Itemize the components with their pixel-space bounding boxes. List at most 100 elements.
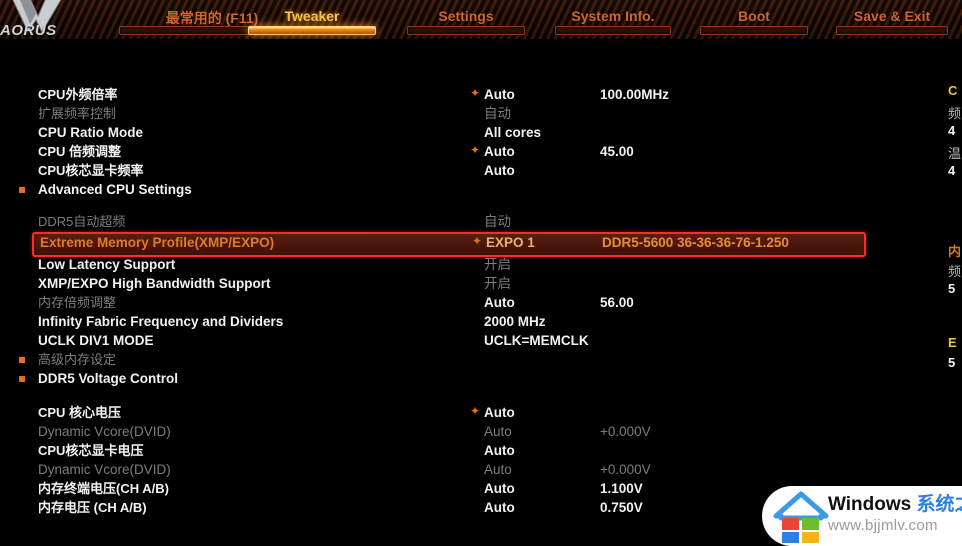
site-watermark: Windows 系统之家 www.bjjmlv.com	[762, 486, 962, 546]
nav-tab-1[interactable]: Tweaker	[232, 0, 392, 40]
nav-tab-label: Settings	[438, 8, 494, 24]
setting-label: 内存电压 (CH A/B)	[38, 500, 147, 515]
setting-value[interactable]: Auto	[484, 422, 512, 441]
sidebar-info-fragment: 4	[948, 163, 956, 178]
nav-tab-5[interactable]: Save & Exit	[822, 0, 962, 40]
modified-marker-icon: ✦	[470, 143, 481, 157]
setting-row[interactable]: CPU核芯显卡电压 Auto	[0, 441, 930, 460]
setting-value[interactable]: All cores	[484, 123, 541, 142]
setting-detail: 0.750V	[600, 500, 643, 515]
setting-row[interactable]: Low Latency Support 开启	[0, 255, 930, 274]
setting-detail: 45.00	[600, 144, 634, 159]
setting-value[interactable]: EXPO 1	[486, 234, 535, 251]
sidebar-info-fragment: C	[948, 83, 958, 98]
system-info-sidebar: C频4温4内频5E5	[948, 45, 962, 546]
setting-value[interactable]: Auto	[484, 498, 515, 517]
setting-label: Infinity Fabric Frequency and Dividers	[38, 314, 284, 329]
sidebar-info-fragment: 频	[948, 264, 962, 279]
sidebar-info-fragment: E	[948, 335, 957, 350]
setting-detail: 56.00	[600, 295, 634, 310]
setting-value[interactable]: Auto	[484, 403, 515, 422]
sidebar-info-fragment: 内	[948, 244, 962, 259]
nav-tab-underline	[406, 26, 526, 35]
setting-row[interactable]: 高级内存设定	[0, 350, 930, 369]
nav-tab-label: System Info.	[571, 8, 655, 24]
setting-value[interactable]: Auto	[484, 479, 515, 498]
setting-label: CPU核芯显卡电压	[38, 443, 144, 458]
setting-row[interactable]: Infinity Fabric Frequency and Dividers 20…	[0, 312, 930, 331]
setting-detail: 1.100V	[600, 481, 643, 496]
watermark-text-block: Windows 系统之家 www.bjjmlv.com	[828, 494, 962, 536]
setting-label: DDR5 Voltage Control	[38, 371, 179, 386]
setting-label: CPU 核心电压	[38, 405, 122, 420]
setting-row[interactable]: Dynamic Vcore(DVID) Auto +0.000V	[0, 460, 930, 479]
bios-header-bar: AORUS 最常用的 (F11) Tweaker Settings System In…	[0, 0, 962, 46]
sidebar-info-fragment: 5	[948, 355, 956, 370]
setting-label: UCLK DIV1 MODE	[38, 333, 154, 348]
tweaker-settings-panel: ✦ CPU外频倍率 Auto 100.00MHz 扩展频率控制 自动 CPU Ratio M…	[0, 45, 962, 546]
nav-tab-label: Tweaker	[284, 8, 340, 24]
setting-value[interactable]: Auto	[484, 460, 512, 479]
setting-label: CPU 倍频调整	[38, 144, 122, 159]
nav-tab-4[interactable]: Boot	[686, 0, 822, 40]
setting-label: Advanced CPU Settings	[38, 182, 192, 197]
nav-tab-3[interactable]: System Info.	[540, 0, 686, 40]
setting-row[interactable]: Dynamic Vcore(DVID) Auto +0.000V	[0, 422, 930, 441]
setting-label: Low Latency Support	[38, 257, 176, 272]
setting-value[interactable]: Auto	[484, 85, 515, 104]
submenu-bullet-icon	[19, 376, 25, 382]
modified-marker-icon: ✦	[470, 86, 481, 100]
setting-row[interactable]: Advanced CPU Settings	[0, 180, 930, 199]
nav-tab-underline	[554, 26, 672, 35]
setting-row[interactable]: DDR5自动超频 自动	[0, 212, 930, 231]
selected-setting-row-xmp-expo[interactable]: ✦ Extreme Memory Profile(XMP/EXPO) EXPO …	[32, 232, 866, 257]
setting-value[interactable]: Auto	[484, 161, 515, 180]
aorus-wordmark: AORUS	[0, 22, 57, 39]
setting-detail: DDR5-5600 36-36-36-76-1.250	[602, 235, 789, 250]
watermark-title-cn: 系统之家	[916, 494, 962, 515]
setting-label: 内存倍频调整	[38, 295, 117, 310]
setting-row[interactable]: ✦ CPU 核心电压 Auto	[0, 403, 930, 422]
setting-value[interactable]: Auto	[484, 293, 515, 312]
setting-row[interactable]: 内存倍频调整 Auto 56.00	[0, 293, 930, 312]
setting-row[interactable]: ✦ CPU外频倍率 Auto 100.00MHz	[0, 85, 930, 104]
sidebar-info-fragment: 4	[948, 123, 956, 138]
setting-row[interactable]: DDR5 Voltage Control	[0, 369, 930, 388]
nav-tab-underline	[248, 26, 376, 35]
setting-label: Extreme Memory Profile(XMP/EXPO)	[40, 235, 275, 250]
setting-value[interactable]: Auto	[484, 441, 515, 460]
modified-marker-icon: ✦	[470, 404, 481, 418]
setting-value[interactable]: 开启	[484, 255, 511, 274]
setting-row[interactable]: CPU Ratio Mode All cores	[0, 123, 930, 142]
setting-detail: +0.000V	[600, 462, 651, 477]
setting-label: CPU核芯显卡频率	[38, 163, 144, 178]
setting-value[interactable]: Auto	[484, 142, 515, 161]
setting-detail: 100.00MHz	[600, 87, 670, 102]
watermark-title: Windows 系统之家	[828, 494, 962, 516]
windows-house-logo-icon	[773, 491, 829, 543]
nav-tab-underline	[836, 26, 948, 35]
setting-value[interactable]: 自动	[484, 212, 511, 231]
nav-tab-label: Boot	[738, 8, 770, 24]
submenu-bullet-icon	[19, 187, 25, 193]
setting-row[interactable]: 扩展频率控制 自动	[0, 104, 930, 123]
setting-row[interactable]: XMP/EXPO High Bandwidth Support 开启	[0, 274, 930, 293]
setting-label: XMP/EXPO High Bandwidth Support	[38, 276, 271, 291]
setting-value[interactable]: UCLK=MEMCLK	[484, 331, 589, 350]
setting-row[interactable]: UCLK DIV1 MODE UCLK=MEMCLK	[0, 331, 930, 350]
sidebar-info-fragment: 频	[948, 106, 962, 121]
setting-row[interactable]: CPU核芯显卡频率 Auto	[0, 161, 930, 180]
nav-tab-2[interactable]: Settings	[392, 0, 540, 40]
setting-label: CPU Ratio Mode	[38, 125, 144, 140]
submenu-bullet-icon	[19, 357, 25, 363]
setting-row[interactable]: ✦ CPU 倍频调整 Auto 45.00	[0, 142, 930, 161]
aorus-brand-logo: AORUS	[0, 0, 92, 40]
modified-marker-icon: ✦	[472, 234, 483, 248]
nav-tab-label: Save & Exit	[853, 8, 931, 24]
setting-value[interactable]: 自动	[484, 104, 511, 123]
setting-value[interactable]: 2000 MHz	[484, 312, 546, 331]
setting-value[interactable]: 开启	[484, 274, 511, 293]
setting-label: 内存终端电压(CH A/B)	[38, 481, 169, 496]
setting-label: Dynamic Vcore(DVID)	[38, 462, 171, 477]
setting-detail: +0.000V	[600, 424, 651, 439]
